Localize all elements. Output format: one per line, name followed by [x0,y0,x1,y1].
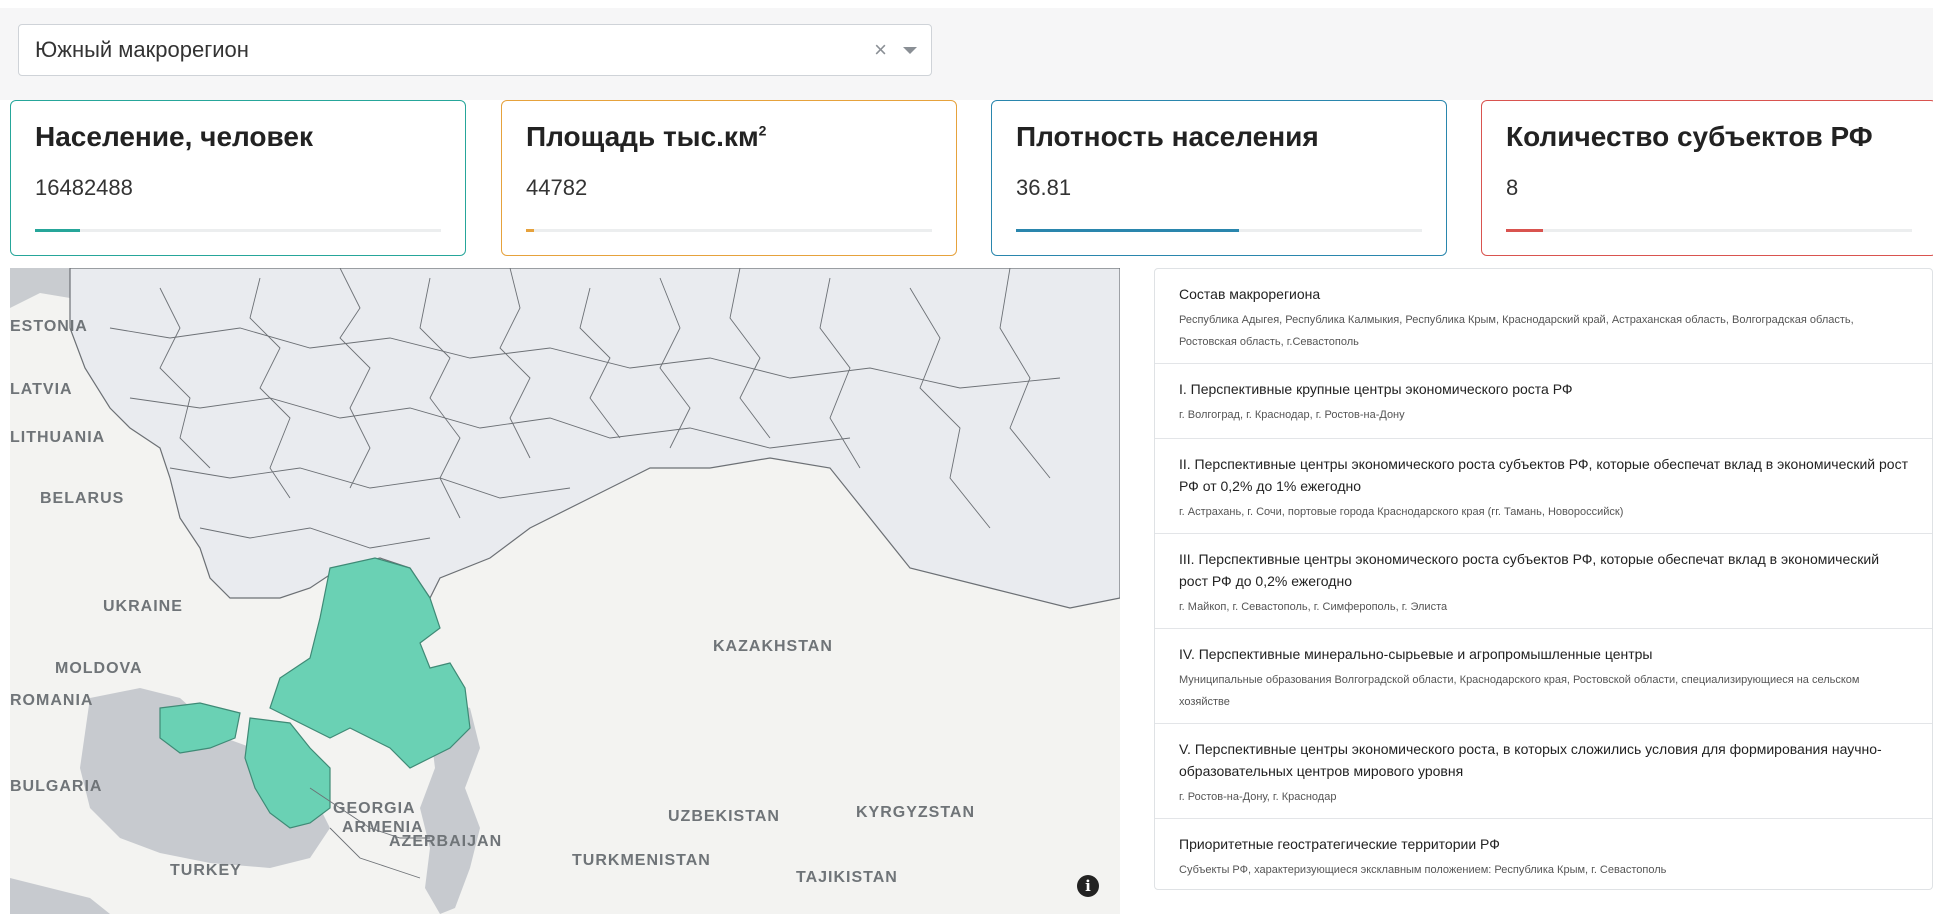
map-label: TURKEY [170,862,242,879]
clear-selection-icon[interactable]: × [874,25,887,75]
subjects-count-card: Количество субъектов РФ 8 [1481,100,1933,256]
card-value: 36.81 [1016,175,1072,200]
item-desc: г. Ростов-на-Дону, г. Краснодар [1179,791,1337,803]
map-label: BULGARIA [10,778,103,795]
filter-bar: Южный макрорегион × [0,8,1933,100]
item-title: Состав макрорегиона [1179,286,1321,302]
card-progress-fill [1016,229,1240,232]
card-progress-fill [35,229,80,232]
card-progress [526,229,932,232]
list-item: Приоритетные геостратегические территори… [1155,819,1932,889]
map-label: KYRGYZSTAN [856,804,976,821]
card-progress [1016,229,1422,232]
card-progress-fill [1506,229,1543,232]
card-title-text: Площадь тыс.км [526,121,759,152]
card-value: 16482488 [35,175,133,200]
map-label: UKRAINE [103,598,183,615]
map-label: LATVIA [10,381,73,398]
item-desc: Субъекты РФ, характеризующиеся эксклавны… [1179,864,1667,876]
map-label: LITHUANIA [10,429,106,446]
map-label: GEORGIA [333,800,416,817]
card-title: Количество субъектов РФ [1506,121,1873,152]
chevron-down-icon[interactable] [903,47,917,54]
item-desc: Республика Адыгея, Республика Калмыкия, … [1179,314,1854,348]
list-item: II. Перспективные центры экономического … [1155,439,1932,534]
macroregion-select[interactable]: Южный макрорегион × [18,24,932,76]
item-title: IV. Перспективные минерально-сырьевые и … [1179,646,1653,662]
item-title: II. Перспективные центры экономического … [1179,456,1909,494]
card-progress [1506,229,1912,232]
item-title: III. Перспективные центры экономического… [1179,551,1880,589]
list-item: IV. Перспективные минерально-сырьевые и … [1155,629,1932,724]
item-title: V. Перспективные центры экономического р… [1179,741,1882,779]
map-label: TAJIKISTAN [796,869,898,886]
info-icon[interactable]: i [1077,875,1099,897]
region-map[interactable]: ESTONIA LATVIA LITHUANIA BELARUS UKRAINE… [10,268,1120,914]
map-label: UZBEKISTAN [668,808,780,825]
density-card: Плотность населения 36.81 [991,100,1447,256]
macroregion-info-panel: Состав макрорегиона Республика Адыгея, Р… [1154,268,1933,890]
card-title: Плотность населения [1016,121,1319,152]
item-desc: г. Астрахань, г. Сочи, портовые города К… [1179,506,1624,518]
map-label: BELARUS [40,490,125,507]
item-title: Приоритетные геостратегические территори… [1179,836,1500,852]
item-desc: г. Майкоп, г. Севастополь, г. Симферопол… [1179,601,1448,613]
card-value: 44782 [526,175,588,200]
list-item: III. Перспективные центры экономического… [1155,534,1932,629]
card-title: Площадь тыс.км2 [526,121,766,153]
population-card: Население, человек 16482488 [10,100,466,256]
card-title-sup: 2 [758,122,767,139]
map-label: AZERBAIJAN [389,833,503,850]
item-desc: г. Волгоград, г. Краснодар, г. Ростов-на… [1179,409,1405,421]
list-item: V. Перспективные центры экономического р… [1155,724,1932,819]
map-label: ESTONIA [10,318,88,335]
map-label: KAZAKHSTAN [713,638,833,655]
map-label: ROMANIA [10,692,94,709]
card-progress-fill [526,229,535,232]
card-title: Население, человек [35,121,313,152]
map-label: TURKMENISTAN [572,852,711,869]
list-item: Состав макрорегиона Республика Адыгея, Р… [1155,269,1932,364]
item-title: I. Перспективные крупные центры экономич… [1179,381,1573,397]
list-item: I. Перспективные крупные центры экономич… [1155,364,1932,439]
map-label: MOLDOVA [55,660,143,677]
macroregion-select-value: Южный макрорегион [35,37,249,62]
card-progress [35,229,441,232]
item-desc: Муниципальные образования Волгоградской … [1179,674,1860,708]
card-value: 8 [1506,175,1519,200]
area-card: Площадь тыс.км2 44782 [501,100,957,256]
